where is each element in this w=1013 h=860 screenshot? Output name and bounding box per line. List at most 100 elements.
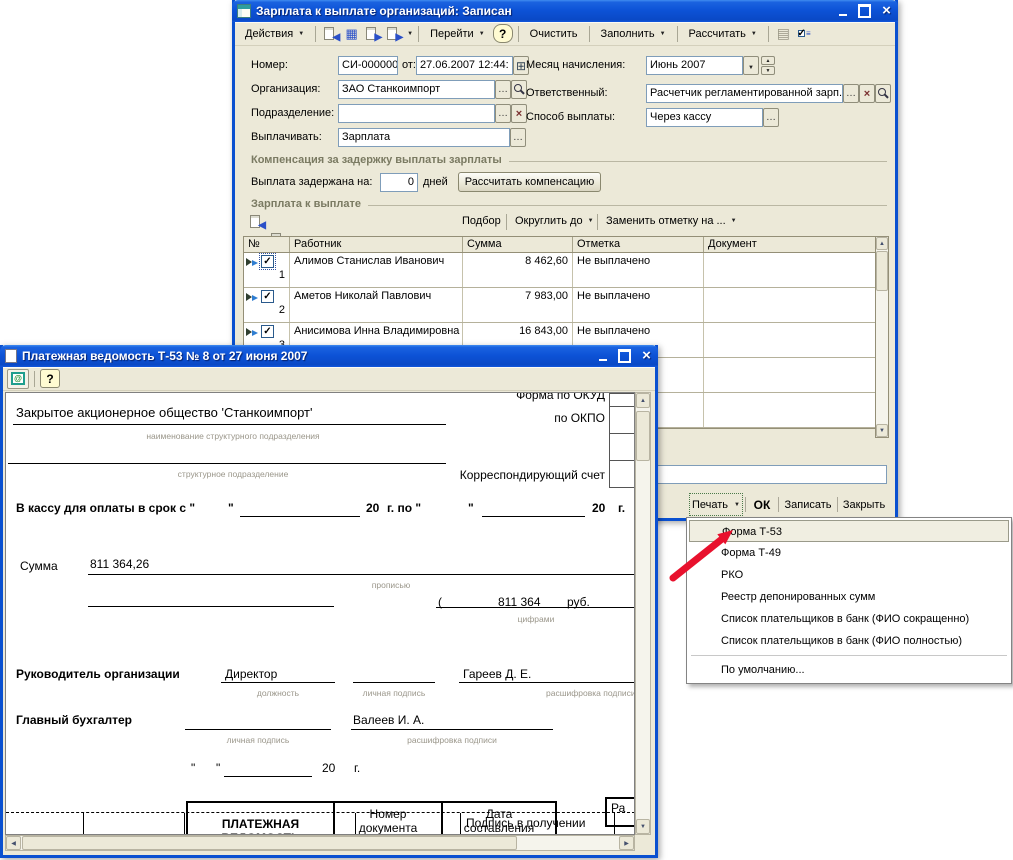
calc-compensation-button[interactable]: Рассчитать компенсацию: [458, 172, 601, 192]
month-spinner[interactable]: ▲ ▼: [761, 56, 775, 75]
replace-mark-button[interactable]: Заменить отметку на ... ▼: [600, 212, 743, 230]
table-scrollbar[interactable]: ▲ ▼: [875, 237, 888, 437]
responsible-select-button[interactable]: [843, 84, 859, 103]
col-header-sum[interactable]: Сумма: [463, 237, 573, 252]
sum-cell[interactable]: 8 462,60: [463, 253, 573, 287]
department-input[interactable]: [338, 104, 495, 123]
department-select-button[interactable]: [495, 104, 511, 123]
date-input[interactable]: 27.06.2007 12:44:: [416, 56, 513, 75]
actions-button[interactable]: Действия ▼: [239, 25, 310, 43]
toolbar-separator: [597, 214, 598, 230]
scroll-up-icon[interactable]: ▲: [876, 237, 888, 250]
pick-button[interactable]: Подбор: [456, 212, 507, 230]
document-icon: [5, 349, 17, 363]
payout-select-button[interactable]: [510, 128, 526, 147]
save-button[interactable]: Записать: [781, 494, 835, 515]
calculate-button[interactable]: Рассчитать ▼: [683, 25, 763, 43]
doc-cell[interactable]: [704, 288, 875, 322]
col-header-doc[interactable]: Документ: [704, 237, 875, 252]
payout-label: Выплачивать:: [251, 131, 322, 143]
salary-window-titlebar[interactable]: Зарплата к выплате организаций: Записан: [232, 0, 898, 22]
interval-icon[interactable]: ▦: [342, 25, 361, 43]
scroll-down-icon[interactable]: ▼: [636, 819, 650, 834]
menu-item-bank-list-full[interactable]: Список плательщиков в банк (ФИО полность…: [689, 630, 1009, 652]
number-input[interactable]: СИ-000000: [338, 56, 398, 75]
spin-down-icon[interactable]: ▼: [761, 66, 775, 75]
ok-button[interactable]: ОК: [748, 494, 776, 515]
create-based-icon[interactable]: ▶: [384, 25, 403, 43]
organization-input[interactable]: ЗАО Станкоимпорт: [338, 80, 495, 99]
col-header-worker[interactable]: Работник: [290, 237, 463, 252]
delay-days-input[interactable]: 0: [380, 173, 418, 192]
okud-label: Форма по ОКУД: [516, 392, 605, 402]
list-settings-icon[interactable]: ▤: [774, 25, 793, 43]
month-dropdown-button[interactable]: [743, 56, 759, 75]
scrollbar-thumb[interactable]: [876, 251, 888, 291]
row-checkbox[interactable]: [261, 325, 274, 338]
menu-item-bank-list-short[interactable]: Список плательщиков в банк (ФИО сокращен…: [689, 608, 1009, 630]
print-icon: @: [11, 372, 25, 385]
method-select-button[interactable]: [763, 108, 779, 127]
scroll-right-icon[interactable]: ▶: [619, 836, 634, 850]
worker-cell[interactable]: Аметов Николай Павлович: [290, 288, 463, 322]
copy-doc-icon[interactable]: ▶: [363, 25, 382, 43]
docnum-header: Номер документа: [335, 803, 441, 834]
payout-input[interactable]: Зарплата: [338, 128, 510, 147]
scroll-up-icon[interactable]: ▲: [636, 393, 650, 408]
quote-mark: ": [216, 761, 221, 775]
scroll-down-icon[interactable]: ▼: [876, 424, 888, 437]
row-checkbox[interactable]: [261, 290, 274, 303]
fill-button[interactable]: Заполнить ▼: [595, 25, 672, 43]
doc-cell[interactable]: [704, 323, 875, 357]
doc-cell[interactable]: [704, 253, 875, 287]
horizontal-scrollbar[interactable]: ◀ ▶: [5, 835, 635, 851]
chevron-down-icon[interactable]: ▼: [407, 31, 413, 37]
mark-cell[interactable]: Не выплачено: [573, 288, 704, 322]
round-button[interactable]: Округлить до ▼: [509, 212, 600, 230]
col-header-mark[interactable]: Отметка: [573, 237, 704, 252]
help-button[interactable]: ?: [40, 369, 60, 388]
reread-doc-icon[interactable]: ◀: [321, 25, 340, 43]
method-input[interactable]: Через кассу: [646, 108, 763, 127]
close-form-button[interactable]: Закрыть: [840, 494, 888, 515]
table-row[interactable]: 2 Аметов Николай Павлович 7 983,00 Не вы…: [244, 288, 875, 323]
close-button[interactable]: [878, 4, 895, 19]
menu-item-default[interactable]: По умолчанию...: [689, 659, 1009, 681]
sum-label: Сумма: [20, 559, 58, 573]
t53-window-titlebar[interactable]: Платежная ведомость Т-53 № 8 от 27 июня …: [0, 345, 658, 367]
responsible-clear-button[interactable]: [859, 84, 875, 103]
g-text: г.: [354, 761, 361, 775]
spin-up-icon[interactable]: ▲: [761, 56, 775, 65]
col-header-num[interactable]: №: [244, 237, 290, 252]
mark-cell[interactable]: Не выплачено: [573, 253, 704, 287]
scrollbar-thumb[interactable]: [636, 411, 650, 461]
responsible-open-button[interactable]: [875, 84, 891, 103]
menu-item-deposit-registry[interactable]: Реестр депонированных сумм: [689, 586, 1009, 608]
organization-select-button[interactable]: [495, 80, 511, 99]
table-row[interactable]: 1 Алимов Станислав Иванович 8 462,60 Не …: [244, 253, 875, 288]
print-preview-button[interactable]: @: [7, 368, 29, 389]
vertical-scrollbar[interactable]: ▲ ▼: [635, 392, 651, 835]
help-button[interactable]: ?: [492, 24, 513, 43]
clear-button[interactable]: Очистить: [524, 25, 584, 43]
add-row-icon[interactable]: ◀: [247, 213, 266, 231]
month-input[interactable]: Июнь 2007: [646, 56, 743, 75]
kassa-text: В кассу для оплаты в срок с ": [16, 501, 196, 515]
department-clear-button[interactable]: [511, 104, 527, 123]
toolbar-separator: [418, 25, 420, 42]
responsible-input[interactable]: Расчетчик регламентированной зарп.: [646, 84, 843, 103]
print-button[interactable]: Печать ▼: [689, 493, 743, 516]
checkbox-list-icon[interactable]: ≡: [795, 25, 814, 43]
close-button[interactable]: [638, 349, 655, 364]
maximize-button[interactable]: [616, 349, 633, 364]
scrollbar-thumb[interactable]: [22, 836, 517, 850]
sum-cell[interactable]: 7 983,00: [463, 288, 573, 322]
goto-button[interactable]: Перейти ▼: [424, 25, 491, 43]
worker-cell[interactable]: Алимов Станислав Иванович: [290, 253, 463, 287]
minimize-button[interactable]: [594, 349, 611, 364]
scroll-left-icon[interactable]: ◀: [6, 836, 21, 850]
organization-open-button[interactable]: [511, 80, 527, 99]
row-checkbox[interactable]: [259, 253, 276, 270]
maximize-button[interactable]: [856, 4, 873, 19]
minimize-button[interactable]: [834, 4, 851, 19]
